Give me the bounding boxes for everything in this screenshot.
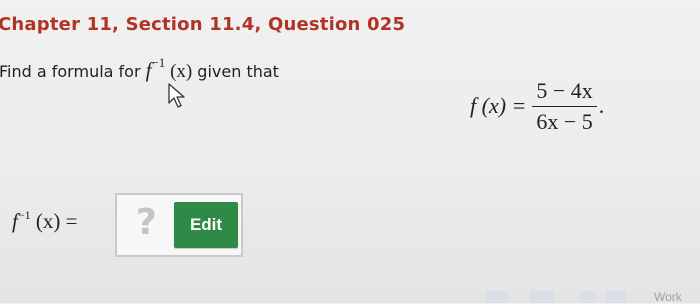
prompt-suffix: given that	[192, 62, 279, 81]
mouse-pointer-icon	[168, 83, 185, 108]
equation-lhs: f (x) =	[470, 93, 527, 118]
fraction-denominator: 6x − 5	[536, 108, 593, 134]
footer-button-1[interactable]	[486, 291, 508, 303]
question-prompt: Find a formula for f−1 (x) given that	[0, 55, 279, 83]
answer-input-box[interactable]: ? Edit	[115, 193, 243, 257]
equation-fraction: 5 − 4x 6x − 5	[532, 78, 597, 135]
equation-period: .	[598, 93, 605, 118]
given-equation: f (x) = 5 − 4x 6x − 5 .	[470, 76, 604, 136]
question-heading: Chapter 11, Section 11.4, Question 025	[0, 14, 406, 35]
question-page: Chapter 11, Section 11.4, Question 025 F…	[0, 0, 700, 304]
answer-placeholder: ?	[136, 202, 157, 243]
footer-button-2[interactable]	[530, 291, 554, 303]
answer-rest: (x) =	[30, 209, 78, 233]
footer-button-3[interactable]	[580, 291, 596, 303]
fraction-numerator: 5 − 4x	[532, 78, 597, 107]
footer-partial-text[interactable]: Work	[654, 290, 682, 304]
prompt-inverse-arg: (x)	[165, 61, 193, 82]
prompt-inverse-exponent: −1	[151, 55, 166, 70]
footer-button-4[interactable]	[606, 291, 626, 303]
answer-exponent: −1	[17, 208, 31, 222]
answer-label: f−1 (x) =	[12, 208, 77, 234]
edit-button[interactable]: Edit	[174, 202, 238, 248]
prompt-prefix: Find a formula for	[0, 62, 146, 81]
